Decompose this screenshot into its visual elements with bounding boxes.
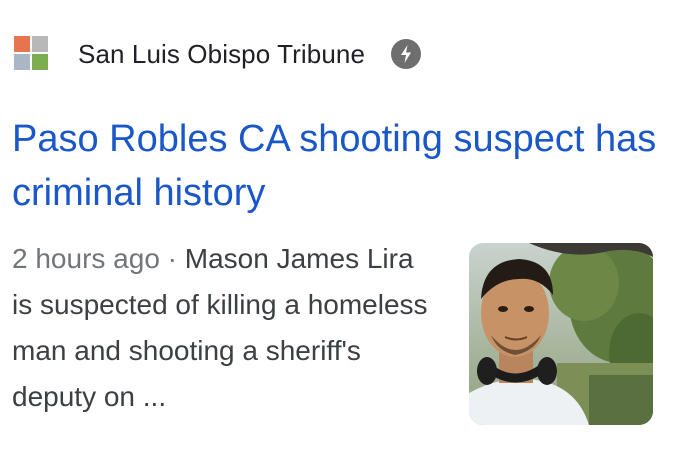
logo-square-bottom-left xyxy=(14,54,30,70)
source-name[interactable]: San Luis Obispo Tribune xyxy=(78,39,365,70)
lightning-bolt-icon xyxy=(391,39,422,69)
suspect-photo-thumbnail[interactable] xyxy=(469,243,653,425)
news-result-card[interactable]: San Luis Obispo Tribune Paso Robles CA s… xyxy=(0,0,683,451)
logo-square-top-right xyxy=(32,36,48,52)
meta-separator: · xyxy=(167,243,177,274)
article-headline-link[interactable]: Paso Robles CA shooting suspect has crim… xyxy=(12,112,672,220)
logo-square-top-left xyxy=(14,36,30,52)
logo-square-bottom-right xyxy=(32,54,48,70)
slo-tribune-grid-logo-icon xyxy=(14,36,50,72)
article-snippet: 2 hours ago · Mason James Lira is suspec… xyxy=(12,236,432,420)
source-row: San Luis Obispo Tribune xyxy=(14,34,422,74)
published-time: 2 hours ago xyxy=(12,243,160,274)
